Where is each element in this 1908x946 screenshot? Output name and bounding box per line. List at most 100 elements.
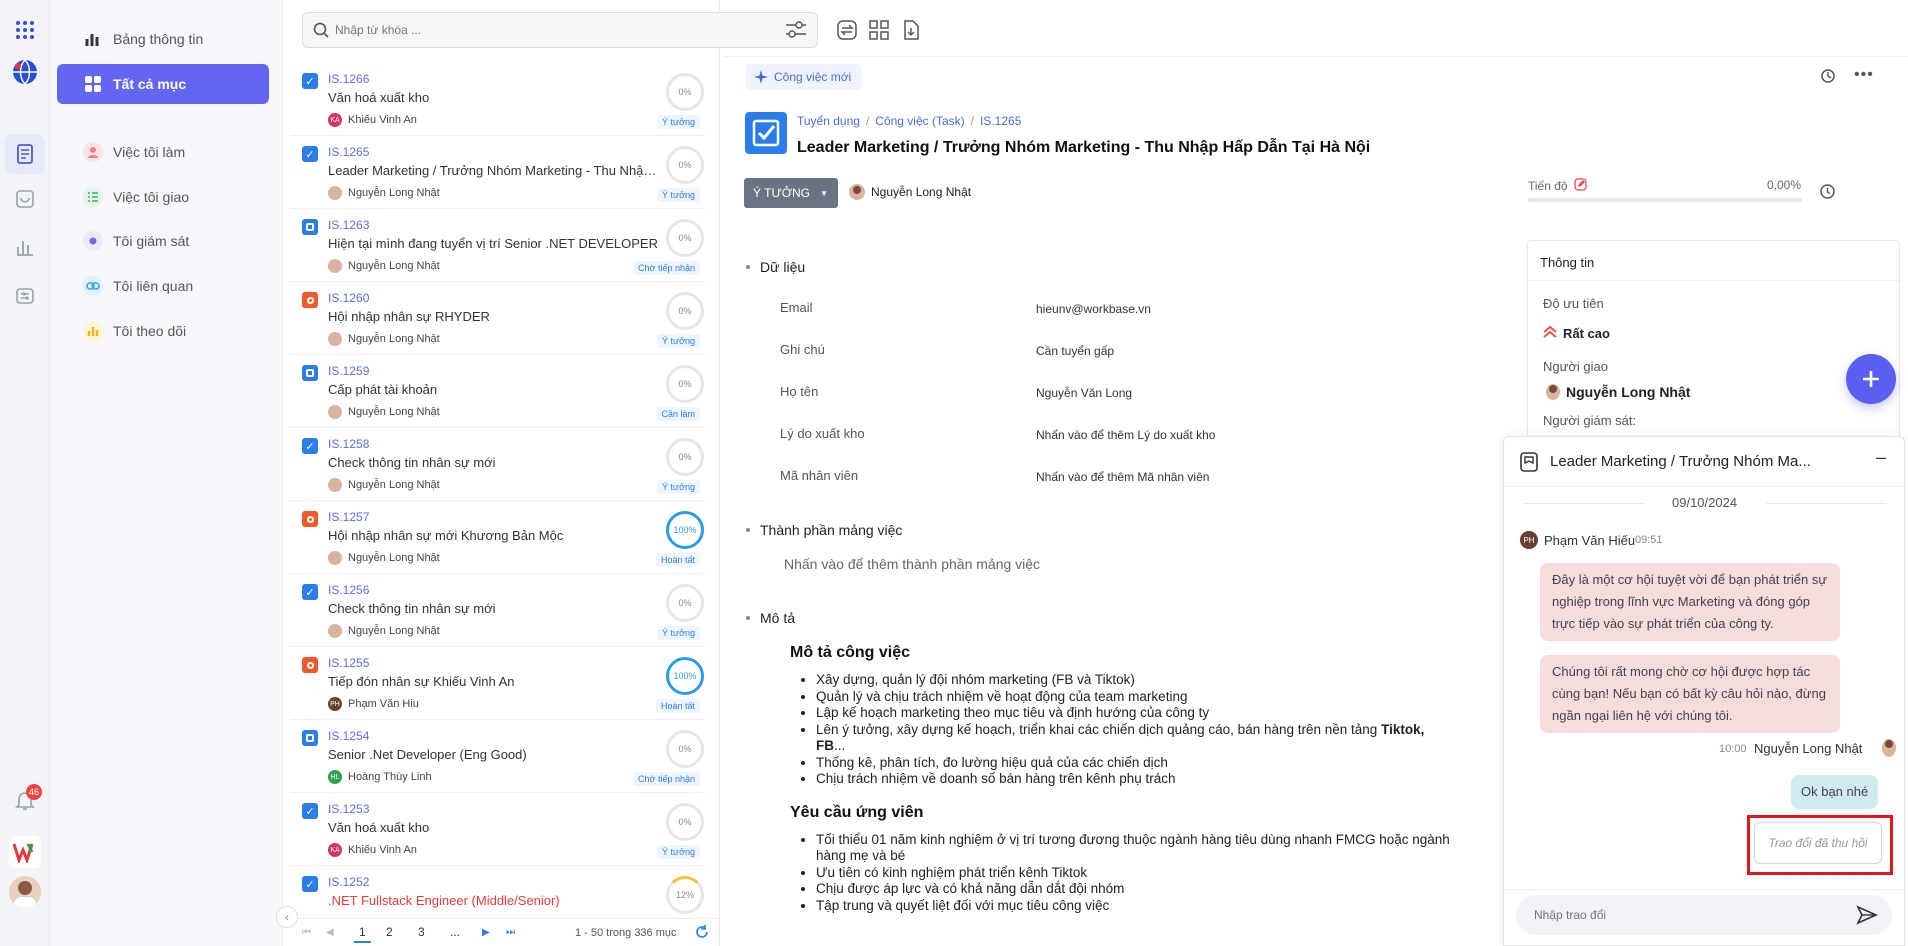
assigner-value[interactable]: Nguyễn Long Nhật: [1546, 384, 1690, 400]
export-icon[interactable]: [900, 19, 922, 44]
nav-item-following[interactable]: Tôi theo dõi: [57, 311, 269, 351]
filter-icon[interactable]: [785, 21, 807, 42]
progress-ring: 100%: [666, 657, 704, 695]
task-code: IS.1254: [328, 729, 370, 743]
prev-page-icon[interactable]: ◀: [326, 927, 334, 938]
eye-icon: [83, 231, 103, 251]
field-value[interactable]: Nguyễn Văn Long: [1036, 386, 1132, 400]
collapse-sidebar-button[interactable]: ‹: [276, 906, 298, 928]
detail-divider: [723, 56, 1908, 57]
breadcrumb-item[interactable]: Công việc (Task): [875, 114, 964, 128]
data-section-header: Dữ liệu: [746, 259, 805, 275]
breadcrumb-item[interactable]: IS.1265: [980, 114, 1021, 128]
task-assignee: Nguyễn Long Nhật: [328, 332, 440, 346]
task-title: Văn hoá xuất kho: [328, 820, 430, 835]
field-value[interactable]: hieunv@workbase.vn: [1036, 302, 1151, 316]
list-icon: [83, 187, 103, 207]
task-assignee: Nguyễn Long Nhật: [328, 551, 440, 565]
message-time: 09:51: [1635, 534, 1663, 546]
bar-chart-icon: [83, 29, 103, 49]
page-3[interactable]: 3: [418, 925, 425, 939]
table-row[interactable]: IS.1254 Senior .Net Developer (Eng Good) H…: [290, 720, 706, 793]
clock-icon[interactable]: [1819, 183, 1836, 203]
table-row[interactable]: IS.1257 Hội nhập nhân sự mới Khương Bản M…: [290, 501, 706, 574]
link-icon: [83, 276, 103, 296]
task-code: IS.1255: [328, 656, 370, 670]
owner-name: Nguyễn Long Nhật: [871, 185, 972, 199]
nav-item-my-tasks[interactable]: Việc tôi làm: [57, 132, 269, 172]
table-row[interactable]: IS.1260 Hội nhập nhân sự RHYDER Nguyễn Lon…: [290, 282, 706, 355]
last-page-icon[interactable]: ⏭: [506, 927, 515, 938]
nav-item-dashboard[interactable]: Bảng thông tin: [57, 19, 269, 59]
apps-grid-icon[interactable]: [11, 16, 39, 44]
task-owner[interactable]: Nguyễn Long Nhật: [849, 184, 971, 200]
task-title: Senior .Net Developer (Eng Good): [328, 747, 527, 762]
table-row[interactable]: ✓ IS.1253 Văn hoá xuất kho KA Khiếu Vinh An 0…: [290, 793, 706, 866]
page-ellipsis[interactable]: ...: [450, 925, 460, 939]
add-fab-button[interactable]: [1846, 354, 1896, 404]
breadcrumb-item[interactable]: Tuyển dụng: [797, 114, 860, 128]
task-code: IS.1252: [328, 875, 370, 889]
globe-logo-icon[interactable]: [11, 58, 39, 86]
field-value[interactable]: Nhấn vào để thêm Mã nhân viên: [1036, 470, 1209, 484]
tasks-module-icon[interactable]: [5, 134, 45, 174]
pagination-bar: ⏮ ◀ 1 2 3 ... ▶ ⏭ 1 - 50 trong 336 mục: [290, 918, 720, 946]
edit-icon[interactable]: [1573, 178, 1587, 194]
table-row[interactable]: IS.1263 Hiện tại mình đang tuyển vị trí S…: [290, 209, 706, 282]
status-badge: Chờ tiếp nhận: [633, 261, 700, 275]
task-title: Hiện tại mình đang tuyển vị trí Senior .…: [328, 236, 658, 251]
swap-view-icon[interactable]: [836, 19, 858, 44]
page-2[interactable]: 2: [386, 925, 393, 939]
table-row[interactable]: ✓ IS.1258 Check thông tin nhân sự mới Nguyễ…: [290, 428, 706, 501]
description-content[interactable]: Mô tả công việc Xây dựng, quản lý đội nh…: [790, 644, 1450, 914]
minimize-icon[interactable]: –: [1876, 447, 1886, 468]
progress-ring: 0%: [666, 73, 704, 111]
next-page-icon[interactable]: ▶: [482, 927, 490, 938]
history-icon[interactable]: [1820, 68, 1836, 87]
refresh-icon[interactable]: [694, 924, 710, 943]
settings-module-icon[interactable]: [11, 282, 39, 310]
field-value[interactable]: Cần tuyển gấp: [1036, 344, 1114, 358]
search-input[interactable]: [335, 19, 775, 41]
components-placeholder[interactable]: Nhấn vào để thêm thành phần mảng việc: [784, 556, 1040, 572]
first-page-icon[interactable]: ⏮: [302, 927, 311, 938]
status-dropdown[interactable]: Ý TƯỞNG ▼: [744, 178, 838, 208]
table-row[interactable]: IS.1255 Tiếp đón nhân sự Khiếu Vinh An PH P…: [290, 647, 706, 720]
checkbox-icon: ✓: [302, 146, 318, 162]
report-module-icon[interactable]: [11, 233, 39, 261]
table-row[interactable]: ✓ IS.1265 Leader Marketing / Trưởng Nhóm M…: [290, 136, 706, 209]
desc-item: Xây dựng, quản lý đội nhóm marketing (FB…: [816, 672, 1450, 689]
chat-input[interactable]: [1534, 905, 1834, 925]
priority-value[interactable]: Rất cao: [1543, 325, 1610, 341]
table-row[interactable]: ✓ IS.1266 Văn hoá xuất kho KA Khiếu Vinh An 0…: [290, 63, 706, 136]
progress-ring: 0%: [666, 146, 704, 184]
task-assignee: KA Khiếu Vinh An: [328, 843, 417, 857]
status-badge: Ý tưởng: [657, 188, 700, 202]
table-row[interactable]: ✓ IS.1252 .NET Fullstack Engineer (Middle/…: [290, 866, 706, 915]
assignee-avatar: [328, 332, 342, 346]
task-title: Hội nhập nhân sự mới Khương Bản Mộc: [328, 528, 564, 543]
subtask-icon: [302, 365, 318, 381]
layout-grid-icon[interactable]: [868, 19, 890, 44]
desc-item-bold: Tiktok,: [1381, 721, 1425, 737]
new-task-button[interactable]: Công việc mới: [746, 64, 862, 90]
task-code: IS.1257: [328, 510, 370, 524]
more-options-icon[interactable]: •••: [1854, 66, 1874, 84]
task-code: IS.1265: [328, 145, 370, 159]
assignee-avatar: HL: [328, 770, 342, 784]
page-1[interactable]: 1: [354, 923, 371, 943]
chat-title: Leader Marketing / Trưởng Nhóm Ma...: [1550, 453, 1811, 470]
owner-avatar: [849, 184, 865, 200]
nav-item-all-items[interactable]: Tất cả mục: [57, 64, 269, 104]
user-avatar[interactable]: [9, 876, 41, 908]
table-row[interactable]: IS.1259 Cấp phát tài khoản Nguyễn Long Nhậ…: [290, 355, 706, 428]
nav-item-supervising[interactable]: Tôi giám sát: [57, 221, 269, 261]
workspace-logo-icon[interactable]: [9, 836, 41, 868]
inbox-module-icon[interactable]: [11, 185, 39, 213]
recalled-message: Trao đổi đã thu hồi: [1754, 822, 1882, 864]
nav-item-related[interactable]: Tôi liên quan: [57, 266, 269, 306]
field-value[interactable]: Nhấn vào để thêm Lý do xuất kho: [1036, 428, 1215, 442]
table-row[interactable]: ✓ IS.1256 Check thông tin nhân sự mới Nguyễ…: [290, 574, 706, 647]
nav-item-assigned[interactable]: Việc tôi giao: [57, 177, 269, 217]
send-icon[interactable]: [1856, 905, 1878, 928]
